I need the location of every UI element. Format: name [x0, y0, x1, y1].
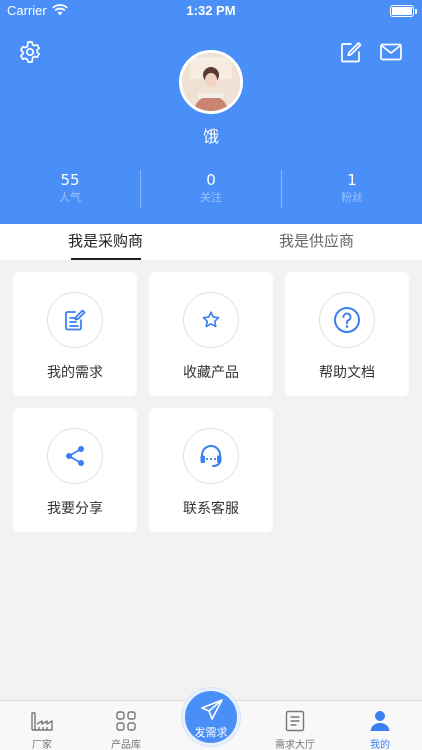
menu-icon-circle — [319, 292, 375, 348]
menu-label: 我的需求 — [47, 365, 103, 381]
star-icon — [202, 311, 220, 328]
stat-fans[interactable]: 1 粉丝 — [282, 170, 422, 210]
menu-label: 联系客服 — [183, 501, 239, 517]
tab-supplier[interactable]: 我是供应商 — [211, 224, 422, 260]
stat-value: 1 — [347, 171, 357, 189]
tabbar-request-hall[interactable]: 需求大厅 — [253, 701, 337, 750]
username: 饿 — [202, 127, 219, 146]
menu-icon-circle — [47, 292, 103, 348]
stats-row: 55 人气 0 关注 1 粉丝 — [0, 170, 422, 210]
tabbar-label: 需求大厅 — [275, 740, 315, 750]
profile-header: Carrier 1:32 PM 饿 55 人气 0 关注 1 粉丝 — [0, 0, 422, 224]
list-icon — [285, 710, 305, 732]
share-icon — [66, 446, 84, 466]
menu-icon-circle — [47, 428, 103, 484]
publish-request-button[interactable]: 发需求 — [182, 688, 240, 746]
tabbar-label: 产品库 — [111, 740, 141, 750]
tab-supplier-label: 我是供应商 — [278, 232, 354, 250]
avatar[interactable] — [179, 50, 243, 114]
tabbar-mine[interactable]: 我的 — [338, 701, 422, 750]
battery-icon — [390, 5, 417, 17]
stat-value: 55 — [60, 171, 80, 189]
menu-icon-circle — [183, 292, 239, 348]
stat-following[interactable]: 0 关注 — [141, 170, 281, 210]
menu-label: 帮助文档 — [319, 365, 375, 381]
tabbar-label: 我的 — [370, 740, 390, 750]
tabbar-factory[interactable]: 厂家 — [0, 701, 84, 750]
profile-icon — [370, 711, 390, 731]
menu-help-docs[interactable]: 帮助文档 — [285, 272, 409, 396]
menu-customer-service[interactable]: 联系客服 — [149, 408, 273, 532]
stat-label: 关注 — [200, 191, 222, 204]
grid-icon — [116, 711, 136, 731]
headset-icon — [200, 445, 222, 467]
document-edit-icon — [65, 309, 86, 331]
status-bar: Carrier 1:32 PM — [0, 0, 422, 22]
stat-popularity[interactable]: 55 人气 — [0, 170, 140, 210]
menu-favorite-products[interactable]: 收藏产品 — [149, 272, 273, 396]
tab-buyer-label: 我是采购商 — [67, 232, 143, 250]
menu-icon-circle — [183, 428, 239, 484]
menu-label: 收藏产品 — [183, 365, 239, 381]
menu-share[interactable]: 我要分享 — [13, 408, 137, 532]
publish-label: 发需求 — [194, 726, 228, 739]
tabbar-products[interactable]: 产品库 — [84, 701, 168, 750]
settings-gear-icon[interactable] — [18, 40, 42, 64]
tabbar-label: 厂家 — [32, 740, 52, 750]
avatar-photo — [182, 53, 240, 111]
menu-my-requests[interactable]: 我的需求 — [13, 272, 137, 396]
menu-label: 我要分享 — [47, 501, 103, 517]
help-icon — [334, 307, 360, 333]
stat-label: 人气 — [59, 191, 81, 204]
stat-value: 0 — [206, 171, 216, 189]
active-tab-underline — [70, 258, 141, 260]
paper-plane-icon — [201, 699, 223, 720]
stat-label: 粉丝 — [341, 191, 363, 204]
factory-icon — [31, 712, 53, 731]
tab-buyer[interactable]: 我是采购商 — [0, 224, 211, 260]
clock: 1:32 PM — [186, 3, 236, 18]
mail-icon[interactable] — [379, 40, 403, 64]
role-segment-control: 我是采购商 我是供应商 — [0, 224, 422, 260]
edit-icon[interactable] — [339, 40, 363, 64]
